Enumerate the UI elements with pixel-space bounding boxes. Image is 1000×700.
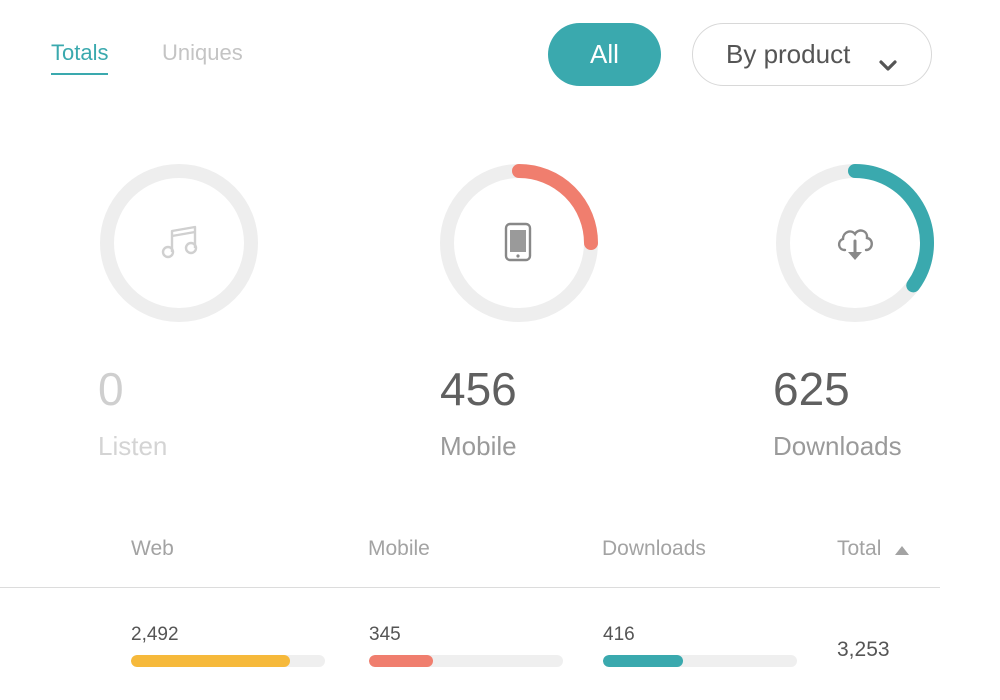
downloads-cell-value: 416 [603, 624, 635, 645]
listen-label: Listen [98, 431, 168, 461]
column-header-mobile[interactable]: Mobile [368, 537, 430, 561]
downloads-label: Downloads [773, 431, 902, 461]
mobile-bar [369, 655, 563, 667]
tab-totals-label: Totals [51, 40, 109, 65]
downloads-bar [603, 655, 797, 667]
mobile-bar-fill [369, 655, 434, 667]
by-product-dropdown[interactable]: By product [692, 23, 932, 86]
all-button-label: All [590, 39, 619, 69]
column-header-total[interactable]: Total [837, 537, 910, 561]
tab-uniques[interactable]: Uniques [162, 40, 243, 66]
chevron-down-icon [879, 48, 897, 79]
column-header-label: Downloads [602, 537, 706, 560]
downloads-value: 625 [773, 363, 850, 415]
listen-value: 0 [98, 363, 124, 415]
column-header-label: Total [837, 537, 882, 560]
web-bar [131, 655, 325, 667]
mobile-value: 456 [440, 363, 517, 415]
music-note-icon [160, 222, 200, 267]
mobile-label: Mobile [440, 431, 517, 461]
column-header-web[interactable]: Web [131, 537, 174, 561]
tab-totals[interactable]: Totals [51, 40, 109, 75]
mobile-cell-value: 345 [369, 624, 401, 645]
sort-ascending-icon [895, 537, 910, 561]
active-tab-indicator [51, 73, 109, 75]
column-header-label: Mobile [368, 537, 430, 560]
column-header-downloads[interactable]: Downloads [602, 537, 706, 561]
column-header-label: Web [131, 537, 174, 560]
web-value: 2,492 [131, 624, 179, 645]
phone-icon [504, 222, 532, 267]
total-value: 3,253 [837, 638, 890, 661]
all-button[interactable]: All [548, 23, 661, 86]
table-header-divider [0, 587, 940, 588]
by-product-label: By product [726, 39, 851, 69]
downloads-bar-fill [603, 655, 683, 667]
tab-uniques-label: Uniques [162, 40, 243, 65]
cloud-download-icon [834, 224, 876, 269]
web-bar-fill [131, 655, 291, 667]
